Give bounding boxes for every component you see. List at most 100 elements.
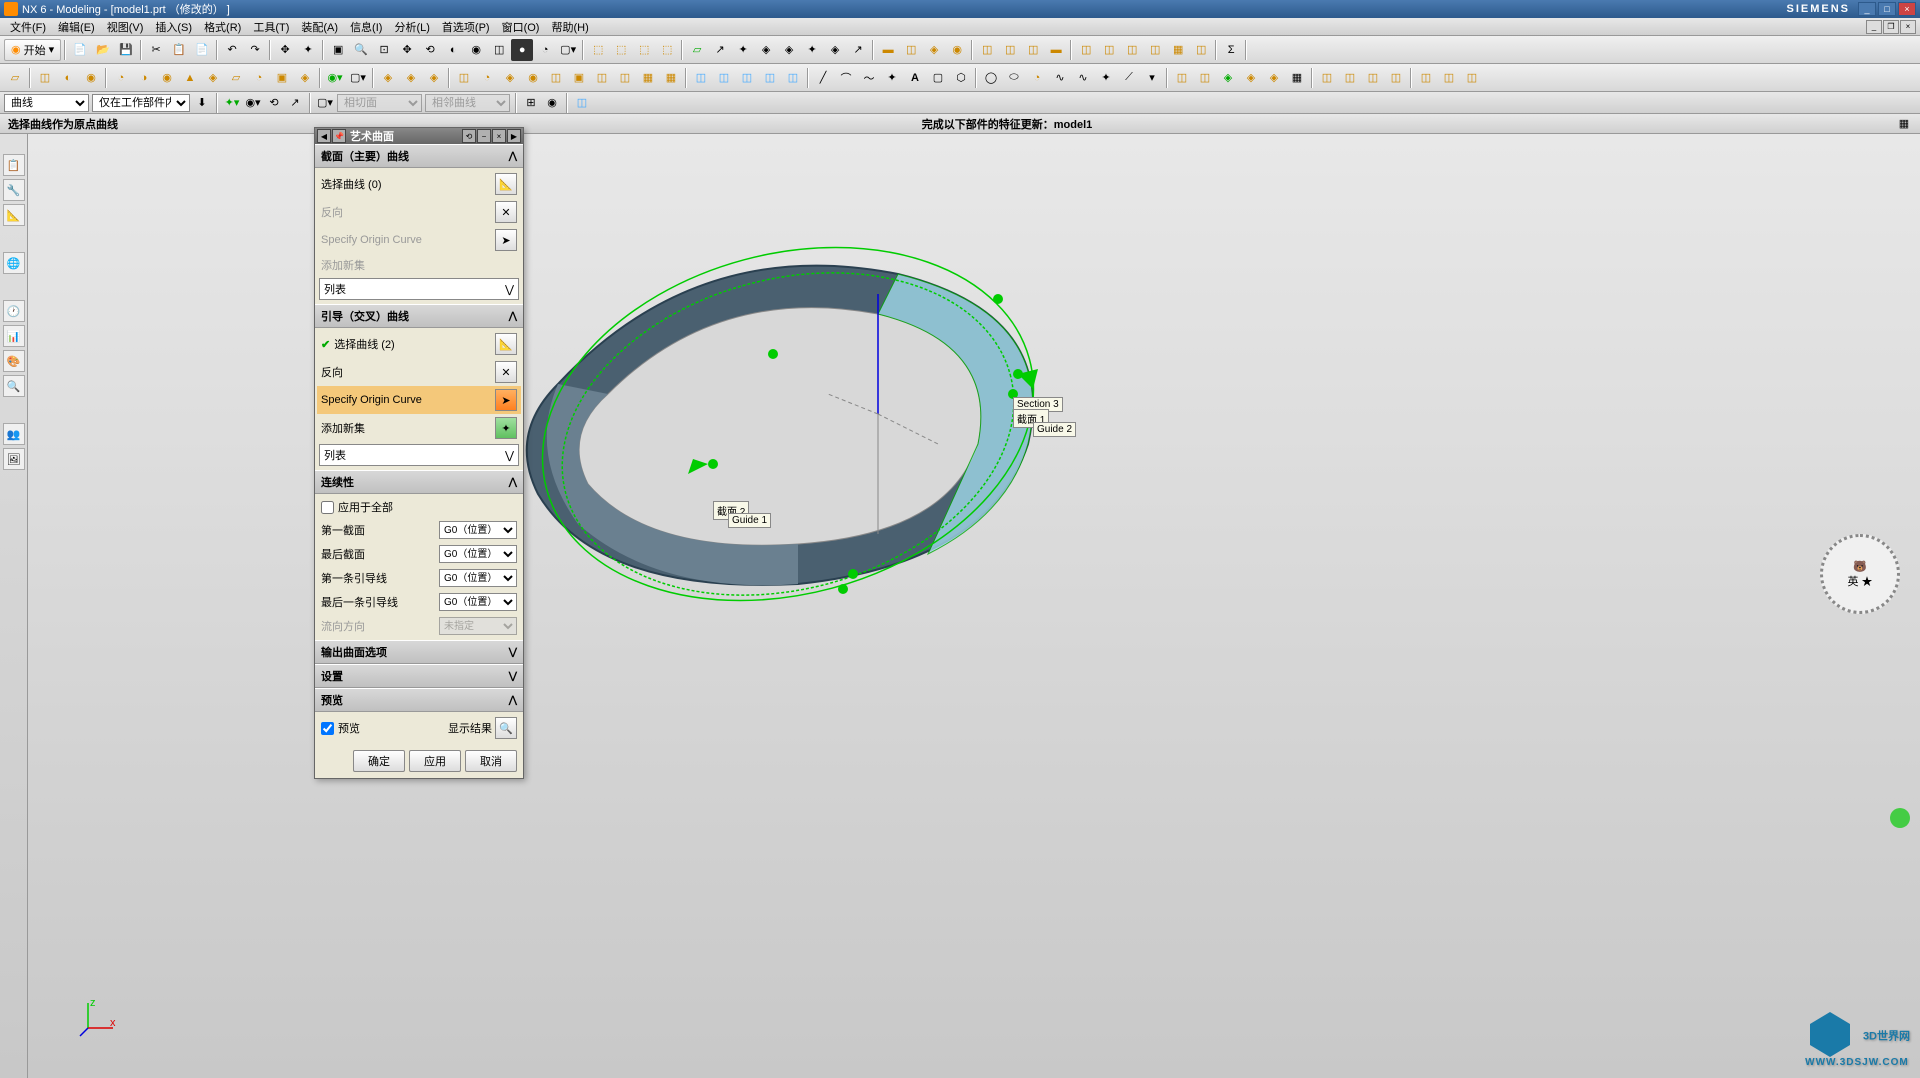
asm-icon[interactable]: ◫ xyxy=(1461,67,1483,89)
wcs-icon[interactable]: ⬚ xyxy=(656,39,678,61)
feature-icon[interactable]: ◫ xyxy=(1144,39,1166,61)
edit-icon[interactable]: ◫ xyxy=(545,67,567,89)
edit-icon[interactable]: ◫ xyxy=(453,67,475,89)
rotate-icon[interactable]: ⟲ xyxy=(419,39,441,61)
ok-button[interactable]: 确定 xyxy=(353,750,405,772)
menu-format[interactable]: 格式(R) xyxy=(198,17,247,37)
op-icon[interactable]: ▢▾ xyxy=(347,67,369,89)
text-icon[interactable]: A xyxy=(904,67,926,89)
first-section-select[interactable]: G0（位置） xyxy=(439,521,517,539)
sync-icon[interactable]: ◫ xyxy=(736,67,758,89)
dlg-min-icon[interactable]: − xyxy=(477,129,491,143)
datum-icon[interactable]: ▱ xyxy=(686,39,708,61)
fit-icon[interactable]: ▣ xyxy=(327,39,349,61)
curve-icon[interactable]: ∿ xyxy=(1072,67,1094,89)
asm-icon[interactable]: ◫ xyxy=(1415,67,1437,89)
collapse-icon[interactable]: ⋁ xyxy=(509,647,517,658)
undo-icon[interactable]: ↶ xyxy=(221,39,243,61)
edit-icon[interactable]: ◔ xyxy=(476,67,498,89)
revolve-icon[interactable]: ◐ xyxy=(57,67,79,89)
nav-icon[interactable]: 🕐 xyxy=(3,300,25,322)
filter-select-1[interactable]: 曲线 xyxy=(4,94,89,112)
edit-icon[interactable]: ▦ xyxy=(637,67,659,89)
surf-icon[interactable]: ▣ xyxy=(271,67,293,89)
cut-icon[interactable]: ✂ xyxy=(145,39,167,61)
menu-file[interactable]: 文件(F) xyxy=(4,17,52,37)
edit-icon[interactable]: ◫ xyxy=(591,67,613,89)
sketch-icon[interactable]: ▱ xyxy=(4,67,26,89)
menu-edit[interactable]: 编辑(E) xyxy=(52,17,101,37)
filter-icon[interactable]: ▢▾ xyxy=(316,94,334,112)
add-set-icon[interactable]: ✦ xyxy=(495,417,517,439)
last-guide-select[interactable]: G0（位置） xyxy=(439,593,517,611)
doc-minimize[interactable]: _ xyxy=(1866,20,1882,34)
origin-curve-icon[interactable]: ➤ xyxy=(495,389,517,411)
filter-icon[interactable]: ↗ xyxy=(286,94,304,112)
surf-icon[interactable]: ◔ xyxy=(110,67,132,89)
asm-icon[interactable]: ◈ xyxy=(1263,67,1285,89)
feature-icon[interactable]: ◫ xyxy=(1121,39,1143,61)
redo-icon[interactable]: ↷ xyxy=(244,39,266,61)
feature-icon[interactable]: ◫ xyxy=(999,39,1021,61)
sync-icon[interactable]: ◫ xyxy=(759,67,781,89)
cube-icon[interactable]: ◫ xyxy=(488,39,510,61)
sync-icon[interactable]: ◫ xyxy=(782,67,804,89)
menu-help[interactable]: 帮助(H) xyxy=(545,17,594,37)
curve-icon[interactable]: ◔ xyxy=(1026,67,1048,89)
menu-preferences[interactable]: 首选项(P) xyxy=(436,17,496,37)
filter-icon[interactable]: ◫ xyxy=(573,94,591,112)
menu-assembly[interactable]: 装配(A) xyxy=(295,17,344,37)
nav-icon[interactable]: 📊 xyxy=(3,325,25,347)
point-icon[interactable]: ✦ xyxy=(732,39,754,61)
surf-icon[interactable]: ◉ xyxy=(156,67,178,89)
reverse-label[interactable]: 反向 xyxy=(321,364,495,380)
tool-icon[interactable]: ✦ xyxy=(297,39,319,61)
select-curve-2[interactable]: 选择曲线 (2) xyxy=(334,336,495,352)
pan-icon[interactable]: ✥ xyxy=(396,39,418,61)
dlg-next-icon[interactable]: ▶ xyxy=(507,129,521,143)
tool-icon[interactable]: ✥ xyxy=(274,39,296,61)
show-result-icon[interactable]: 🔍 xyxy=(495,717,517,739)
tool-icon[interactable]: ◉ xyxy=(946,39,968,61)
filter-select-4[interactable]: 相邻曲线 xyxy=(425,94,510,112)
bool-icon[interactable]: ◈ xyxy=(400,67,422,89)
ime-indicator[interactable]: 🐻英 ★ xyxy=(1820,534,1900,614)
curve-icon[interactable]: ◯ xyxy=(980,67,1002,89)
surf-icon[interactable]: ▲ xyxy=(179,67,201,89)
surf-icon[interactable]: ▱ xyxy=(225,67,247,89)
feature-icon[interactable]: ▬ xyxy=(1045,39,1067,61)
menu-info[interactable]: 信息(I) xyxy=(344,17,388,37)
tool-icon[interactable]: ◈ xyxy=(778,39,800,61)
feature-icon[interactable]: ◫ xyxy=(1190,39,1212,61)
collapse-icon[interactable]: ⋀ xyxy=(509,695,517,706)
nav-icon[interactable]: 🌐 xyxy=(3,252,25,274)
open-icon[interactable]: 📂 xyxy=(92,39,114,61)
list-dropdown[interactable]: 列表⋁ xyxy=(319,278,519,300)
filter-select-2[interactable]: 仅在工作部件内部 xyxy=(92,94,190,112)
asm-icon[interactable]: ◈ xyxy=(1240,67,1262,89)
filter-icon[interactable]: ⊞ xyxy=(522,94,540,112)
tool-icon[interactable]: ▬ xyxy=(877,39,899,61)
close-button[interactable]: × xyxy=(1898,2,1916,16)
feature-icon[interactable]: ◫ xyxy=(1075,39,1097,61)
op-icon[interactable]: ◉▾ xyxy=(324,67,346,89)
apply-all-checkbox[interactable] xyxy=(321,501,334,514)
menu-tools[interactable]: 工具(T) xyxy=(247,17,295,37)
wcs-icon[interactable]: ⬚ xyxy=(610,39,632,61)
curve-icon[interactable]: ▾ xyxy=(1141,67,1163,89)
bool-icon[interactable]: ◈ xyxy=(377,67,399,89)
menu-analysis[interactable]: 分析(L) xyxy=(388,17,435,37)
curve-icon[interactable]: ✦ xyxy=(881,67,903,89)
collapse-icon[interactable]: ⋁ xyxy=(509,671,517,682)
feature-icon[interactable]: ◫ xyxy=(1098,39,1120,61)
nav-icon[interactable]: 🔍 xyxy=(3,375,25,397)
apply-button[interactable]: 应用 xyxy=(409,750,461,772)
wcs-icon[interactable]: ⬚ xyxy=(633,39,655,61)
minimize-button[interactable]: _ xyxy=(1858,2,1876,16)
feature-icon[interactable]: ▦ xyxy=(1167,39,1189,61)
asm-icon[interactable]: ◫ xyxy=(1171,67,1193,89)
layer-icon[interactable]: ▢▾ xyxy=(557,39,579,61)
asm-icon[interactable]: ◫ xyxy=(1438,67,1460,89)
menu-insert[interactable]: 插入(S) xyxy=(149,17,198,37)
collapse-icon[interactable]: ⋀ xyxy=(509,151,517,162)
